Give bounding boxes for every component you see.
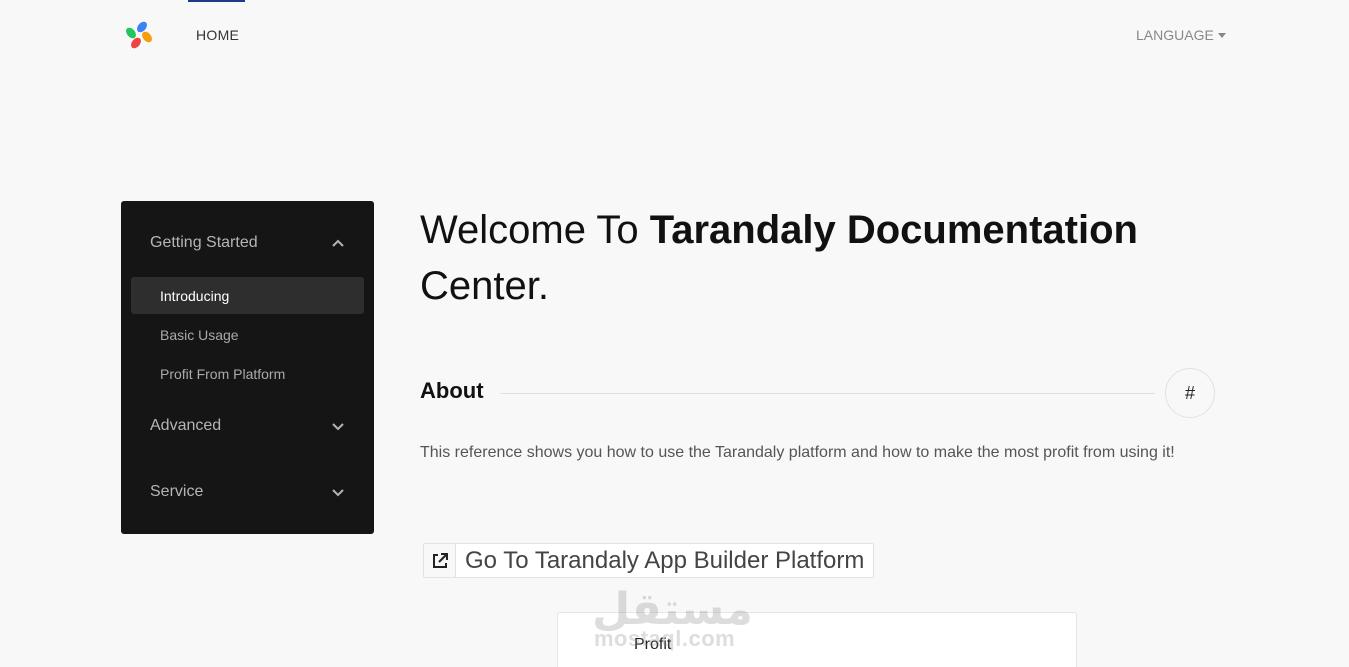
- about-heading: About: [420, 378, 484, 403]
- about-description: This reference shows you how to use the …: [420, 444, 1175, 461]
- top-navbar: HOME LANGUAGE: [0, 0, 1349, 70]
- page-title-bold: Tarandaly Documentation: [649, 208, 1138, 252]
- platform-link-label: Go To Tarandaly App Builder Platform: [465, 546, 865, 574]
- profit-card-label: Profit: [634, 636, 672, 653]
- profit-card: Profit: [557, 612, 1077, 667]
- sidebar-section-service[interactable]: Service: [121, 472, 374, 512]
- sidebar-section-getting-started[interactable]: Getting Started: [121, 223, 374, 263]
- chevron-up-icon: [332, 239, 344, 247]
- chevron-down-icon: [332, 423, 344, 431]
- sidebar-item-profit-from-platform[interactable]: Profit From Platform: [131, 355, 364, 392]
- nav-home-link[interactable]: HOME: [196, 27, 239, 43]
- language-dropdown[interactable]: LANGUAGE: [1136, 27, 1226, 43]
- page-title: Welcome To Tarandaly Documentation Center…: [420, 202, 1220, 314]
- sidebar-item-basic-usage[interactable]: Basic Usage: [131, 316, 364, 353]
- about-divider: [500, 393, 1155, 394]
- language-label: LANGUAGE: [1136, 27, 1214, 43]
- platform-link-button[interactable]: Go To Tarandaly App Builder Platform: [423, 543, 875, 578]
- docs-sidebar: Getting Started Introducing Basic Usage …: [121, 201, 374, 534]
- sidebar-item-introducing[interactable]: Introducing: [131, 277, 364, 314]
- nav-active-indicator: [188, 0, 245, 2]
- anchor-link-button[interactable]: #: [1165, 368, 1215, 418]
- logo-icon[interactable]: [123, 19, 155, 51]
- external-link-icon: [424, 544, 456, 577]
- caret-down-icon: [1217, 32, 1226, 38]
- sidebar-section-label: Getting Started: [150, 234, 258, 251]
- page-title-light: Welcome To: [420, 208, 650, 252]
- sidebar-section-label: Service: [150, 483, 204, 500]
- sidebar-section-advanced[interactable]: Advanced: [121, 406, 374, 446]
- sidebar-section-label: Advanced: [150, 417, 222, 434]
- about-section-header: About #: [420, 368, 1215, 418]
- page-title-tail: Center.: [420, 264, 549, 308]
- chevron-down-icon: [332, 489, 344, 497]
